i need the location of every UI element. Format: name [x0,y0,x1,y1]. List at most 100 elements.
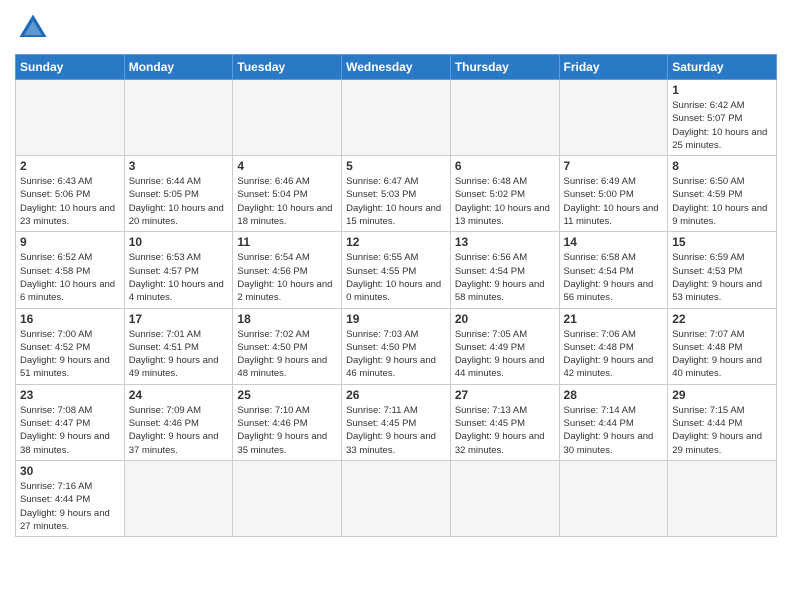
calendar-cell: 2 Sunrise: 6:43 AM Sunset: 5:06 PM Daylig… [16,156,125,232]
day-number: 3 [129,159,229,173]
day-number: 16 [20,312,120,326]
day-info: Sunrise: 6:58 AM Sunset: 4:54 PM Dayligh… [564,251,664,304]
calendar-cell: 11 Sunrise: 6:54 AM Sunset: 4:56 PM Dayli… [233,232,342,308]
day-number: 30 [20,464,120,478]
day-number: 5 [346,159,446,173]
day-info: Sunrise: 7:11 AM Sunset: 4:45 PM Dayligh… [346,404,446,457]
calendar-cell [16,80,125,156]
calendar-cell [559,80,668,156]
day-info: Sunrise: 7:05 AM Sunset: 4:49 PM Dayligh… [455,328,555,381]
day-number: 24 [129,388,229,402]
day-info: Sunrise: 6:54 AM Sunset: 4:56 PM Dayligh… [237,251,337,304]
calendar-cell: 29 Sunrise: 7:15 AM Sunset: 4:44 PM Dayli… [668,384,777,460]
weekday-header-saturday: Saturday [668,55,777,80]
calendar-cell: 13 Sunrise: 6:56 AM Sunset: 4:54 PM Dayli… [450,232,559,308]
day-number: 23 [20,388,120,402]
calendar-cell: 9Sunrise: 6:52 AM Sunset: 4:58 PM Daylig… [16,232,125,308]
day-info: Sunrise: 7:08 AM Sunset: 4:47 PM Dayligh… [20,404,120,457]
day-info: Sunrise: 6:44 AM Sunset: 5:05 PM Dayligh… [129,175,229,228]
day-number: 18 [237,312,337,326]
weekday-header-sunday: Sunday [16,55,125,80]
day-number: 26 [346,388,446,402]
day-number: 15 [672,235,772,249]
weekday-header-tuesday: Tuesday [233,55,342,80]
day-number: 2 [20,159,120,173]
day-info: Sunrise: 6:56 AM Sunset: 4:54 PM Dayligh… [455,251,555,304]
day-info: Sunrise: 7:06 AM Sunset: 4:48 PM Dayligh… [564,328,664,381]
weekday-header-row: SundayMondayTuesdayWednesdayThursdayFrid… [16,55,777,80]
calendar-cell: 15 Sunrise: 6:59 AM Sunset: 4:53 PM Dayli… [668,232,777,308]
weekday-header-wednesday: Wednesday [342,55,451,80]
calendar-cell: 17 Sunrise: 7:01 AM Sunset: 4:51 PM Dayli… [124,308,233,384]
day-number: 20 [455,312,555,326]
calendar-cell: 21 Sunrise: 7:06 AM Sunset: 4:48 PM Dayli… [559,308,668,384]
weekday-header-thursday: Thursday [450,55,559,80]
day-number: 7 [564,159,664,173]
calendar-cell: 26 Sunrise: 7:11 AM Sunset: 4:45 PM Dayli… [342,384,451,460]
calendar-cell [233,80,342,156]
calendar-cell [124,80,233,156]
day-info: Sunrise: 6:43 AM Sunset: 5:06 PM Dayligh… [20,175,120,228]
day-info: Sunrise: 6:49 AM Sunset: 5:00 PM Dayligh… [564,175,664,228]
day-number: 8 [672,159,772,173]
day-number: 29 [672,388,772,402]
calendar-cell: 27Sunrise: 7:13 AM Sunset: 4:45 PM Dayli… [450,384,559,460]
calendar-cell: 3 Sunrise: 6:44 AM Sunset: 5:05 PM Daylig… [124,156,233,232]
calendar-cell: 1 Sunrise: 6:42 AM Sunset: 5:07 PM Daylig… [668,80,777,156]
calendar-cell: 22 Sunrise: 7:07 AM Sunset: 4:48 PM Dayli… [668,308,777,384]
week-row-3: 9Sunrise: 6:52 AM Sunset: 4:58 PM Daylig… [16,232,777,308]
calendar-cell [450,460,559,536]
day-number: 21 [564,312,664,326]
day-number: 10 [129,235,229,249]
day-number: 22 [672,312,772,326]
calendar-cell: 10Sunrise: 6:53 AM Sunset: 4:57 PM Dayli… [124,232,233,308]
day-number: 1 [672,83,772,97]
calendar-cell: 20 Sunrise: 7:05 AM Sunset: 4:49 PM Dayli… [450,308,559,384]
header [15,10,777,46]
day-info: Sunrise: 6:52 AM Sunset: 4:58 PM Dayligh… [20,251,120,304]
day-number: 11 [237,235,337,249]
calendar-cell [450,80,559,156]
calendar-cell: 18Sunrise: 7:02 AM Sunset: 4:50 PM Dayli… [233,308,342,384]
calendar-cell: 23 Sunrise: 7:08 AM Sunset: 4:47 PM Dayli… [16,384,125,460]
week-row-1: 1 Sunrise: 6:42 AM Sunset: 5:07 PM Daylig… [16,80,777,156]
calendar-cell: 14 Sunrise: 6:58 AM Sunset: 4:54 PM Dayli… [559,232,668,308]
calendar-cell: 6 Sunrise: 6:48 AM Sunset: 5:02 PM Daylig… [450,156,559,232]
calendar-cell: 12Sunrise: 6:55 AM Sunset: 4:55 PM Dayli… [342,232,451,308]
week-row-2: 2 Sunrise: 6:43 AM Sunset: 5:06 PM Daylig… [16,156,777,232]
day-number: 25 [237,388,337,402]
day-number: 12 [346,235,446,249]
day-info: Sunrise: 7:07 AM Sunset: 4:48 PM Dayligh… [672,328,772,381]
calendar-cell: 16 Sunrise: 7:00 AM Sunset: 4:52 PM Dayli… [16,308,125,384]
day-number: 17 [129,312,229,326]
calendar-cell: 5 Sunrise: 6:47 AM Sunset: 5:03 PM Daylig… [342,156,451,232]
day-info: Sunrise: 7:10 AM Sunset: 4:46 PM Dayligh… [237,404,337,457]
day-info: Sunrise: 7:01 AM Sunset: 4:51 PM Dayligh… [129,328,229,381]
day-info: Sunrise: 7:14 AM Sunset: 4:44 PM Dayligh… [564,404,664,457]
calendar-cell [124,460,233,536]
calendar-cell: 30Sunrise: 7:16 AM Sunset: 4:44 PM Dayli… [16,460,125,536]
day-info: Sunrise: 6:47 AM Sunset: 5:03 PM Dayligh… [346,175,446,228]
calendar-cell: 24 Sunrise: 7:09 AM Sunset: 4:46 PM Dayli… [124,384,233,460]
calendar-cell: 28Sunrise: 7:14 AM Sunset: 4:44 PM Dayli… [559,384,668,460]
week-row-4: 16 Sunrise: 7:00 AM Sunset: 4:52 PM Dayli… [16,308,777,384]
day-info: Sunrise: 7:15 AM Sunset: 4:44 PM Dayligh… [672,404,772,457]
day-number: 13 [455,235,555,249]
calendar-cell [233,460,342,536]
day-info: Sunrise: 7:09 AM Sunset: 4:46 PM Dayligh… [129,404,229,457]
calendar-cell: 25 Sunrise: 7:10 AM Sunset: 4:46 PM Dayli… [233,384,342,460]
calendar-cell: 19Sunrise: 7:03 AM Sunset: 4:50 PM Dayli… [342,308,451,384]
day-number: 6 [455,159,555,173]
day-info: Sunrise: 6:59 AM Sunset: 4:53 PM Dayligh… [672,251,772,304]
day-info: Sunrise: 7:00 AM Sunset: 4:52 PM Dayligh… [20,328,120,381]
calendar-cell [559,460,668,536]
calendar: SundayMondayTuesdayWednesdayThursdayFrid… [15,54,777,537]
calendar-cell [668,460,777,536]
calendar-cell: 8Sunrise: 6:50 AM Sunset: 4:59 PM Daylig… [668,156,777,232]
day-info: Sunrise: 6:42 AM Sunset: 5:07 PM Dayligh… [672,99,772,152]
calendar-cell [342,460,451,536]
day-info: Sunrise: 7:13 AM Sunset: 4:45 PM Dayligh… [455,404,555,457]
day-info: Sunrise: 6:48 AM Sunset: 5:02 PM Dayligh… [455,175,555,228]
week-row-6: 30Sunrise: 7:16 AM Sunset: 4:44 PM Dayli… [16,460,777,536]
day-number: 14 [564,235,664,249]
